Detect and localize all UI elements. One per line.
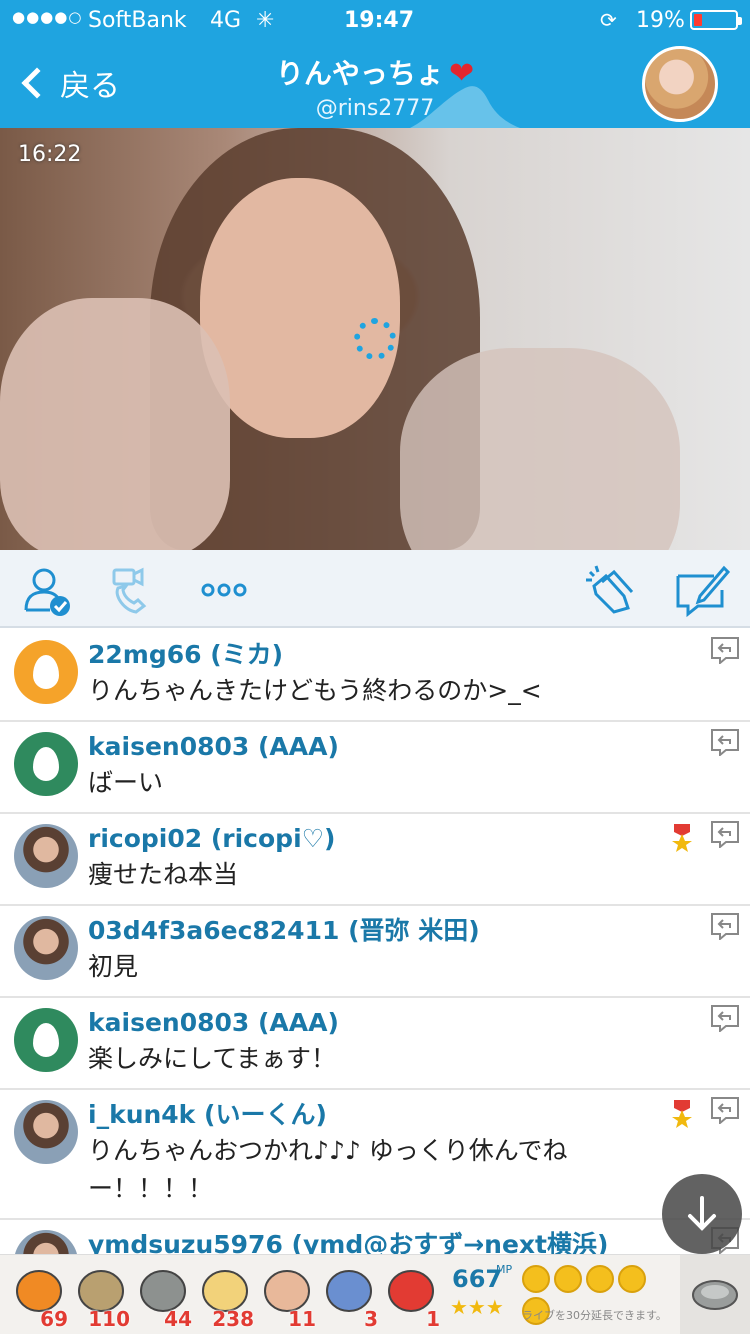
compose-comment-icon[interactable] [674,562,730,618]
coin-icon [586,1265,614,1293]
clap-icon[interactable] [584,562,640,618]
video-call-icon[interactable] [104,562,160,618]
comment-row[interactable]: kaisen0803 (AAA) 楽しみにしてまぁす！ [0,998,750,1090]
star-badge-icon [670,1100,694,1128]
avatar[interactable] [14,640,78,704]
more-options-icon[interactable] [196,562,252,618]
comment-row[interactable]: i_kun4k (いーくん) りんちゃんおつかれ♪♪♪ ゆっくり休んでねー！！！！ [0,1090,750,1220]
coin-icon [554,1265,582,1293]
comment-username[interactable]: kaisen0803 (AAA) [88,730,750,764]
chevron-left-icon [21,67,53,99]
comment-username[interactable]: 03d4f3a6ec82411 (晋弥 米田) [88,914,750,948]
comment-row[interactable]: ymdsuzu5976 (ymd@おすず→next横浜)髪の毛触る癖相変わらず！… [0,1220,750,1254]
gift-count: 1 [426,1307,440,1331]
battery-icon [690,10,742,30]
egg-icon [33,1023,59,1057]
battery-percent: 19% [636,8,685,33]
mp-value: 667 [452,1265,503,1293]
streamer-name: りんやっちょ [275,57,444,90]
comment-text: 初見 [88,952,139,981]
video-scene [0,298,230,550]
gift-item[interactable]: 11 [256,1261,318,1331]
star-badge-icon [670,824,694,852]
avatar[interactable] [14,916,78,980]
back-button[interactable]: 戻る [16,58,120,108]
avatar[interactable] [14,1230,78,1254]
reply-icon[interactable] [710,728,740,758]
comment-text: りんちゃんきたけどもう終わるのか>_< [88,676,542,705]
comment-username[interactable]: i_kun4k (いーくん) [88,1098,750,1132]
back-label: 戻る [60,69,120,104]
gift-count: 238 [212,1307,254,1331]
signal-strength: ●●●●○ [12,8,83,26]
mp-unit: MP [496,1263,513,1276]
reply-icon[interactable] [710,912,740,942]
comment-row[interactable]: ricopi02 (ricopi♡) 痩せたね本当 [0,814,750,906]
video-scene [200,178,400,438]
carrier-name: SoftBank [88,8,187,33]
comment-row[interactable]: kaisen0803 (AAA) ばーい [0,722,750,814]
comment-username[interactable]: ricopi02 (ricopi♡) [88,822,750,856]
gift-item[interactable]: 1 [380,1261,442,1331]
egg-icon [33,747,59,781]
action-toolbar [0,550,750,628]
gift-item[interactable]: 69 [8,1261,70,1331]
arrow-down-icon [688,1196,716,1231]
comment-text: 痩せたね本当 [88,860,239,889]
streamer-handle: @rins2777 [315,96,435,121]
loading-spinner-icon [354,318,396,360]
gift-item[interactable]: 3 [318,1261,380,1331]
rotation-lock-icon: ⟳ [600,8,617,32]
avatar[interactable] [14,1008,78,1072]
stream-title: りんやっちょ ❤ @rins2777 [200,52,550,121]
gift-count: 11 [288,1307,316,1331]
gift-item[interactable]: 44 [132,1261,194,1331]
live-video[interactable]: 16:22 [0,128,750,550]
comment-list[interactable]: 22mg66 (ミカ) りんちゃんきたけどもう終わるのか>_< kaisen0803… [0,630,750,1254]
gift-count: 3 [364,1307,378,1331]
video-scene [400,348,680,550]
mp-note: ライブを30分延長できます。 [522,1309,667,1322]
gift-count: 110 [88,1307,130,1331]
coin-icon [522,1265,550,1293]
comment-text: 楽しみにしてまぁす！ [88,1044,337,1073]
reply-icon[interactable] [710,1004,740,1034]
coin-icon [618,1265,646,1293]
comment-text: ばーい [88,768,164,797]
comment-row[interactable]: 22mg66 (ミカ) りんちゃんきたけどもう終わるのか>_< [0,630,750,722]
follow-user-icon[interactable] [20,562,76,618]
gift-bar: 69 110 44 238 11 3 1 667 MP ★★★ ライブを30分延長できます。 [0,1254,750,1334]
reply-icon[interactable] [710,820,740,850]
gift-count: 69 [40,1307,68,1331]
avatar[interactable] [14,732,78,796]
mp-panel: 667 MP ★★★ ライブを30分延長できます。 [450,1259,680,1331]
reply-icon[interactable] [710,1096,740,1126]
streamer-avatar[interactable] [642,46,718,122]
comment-username[interactable]: 22mg66 (ミカ) [88,638,750,672]
scroll-down-button[interactable] [662,1174,742,1254]
activity-icon: ✳ [256,8,275,33]
comment-username[interactable]: kaisen0803 (AAA) [88,1006,750,1040]
video-timer: 16:22 [18,142,82,167]
avatar[interactable] [14,824,78,888]
mp-stars: ★★★ [450,1295,504,1319]
gift-item[interactable]: 238 [194,1261,256,1331]
stone-coin-icon [692,1280,738,1310]
avatar[interactable] [14,1100,78,1164]
gift-item[interactable]: 110 [70,1261,132,1331]
comment-username[interactable]: ymdsuzu5976 (ymd@おすず→next横浜) [88,1228,750,1254]
gift-selector-button[interactable] [680,1255,750,1334]
egg-icon [33,655,59,689]
comment-row[interactable]: 03d4f3a6ec82411 (晋弥 米田) 初見 [0,906,750,998]
gift-count: 44 [164,1307,192,1331]
heart-icon: ❤ [448,56,475,91]
reply-icon[interactable] [710,636,740,666]
status-time: 19:47 [344,8,415,33]
comment-text: りんちゃんおつかれ♪♪♪ ゆっくり休んでねー！！！！ [88,1136,568,1203]
network-type: 4G [210,8,242,33]
status-bar: ●●●●○ SoftBank 4G ✳ 19:47 ⟳ 19% [0,0,750,40]
app-header: ●●●●○ SoftBank 4G ✳ 19:47 ⟳ 19% 戻る りんやっち… [0,0,750,128]
